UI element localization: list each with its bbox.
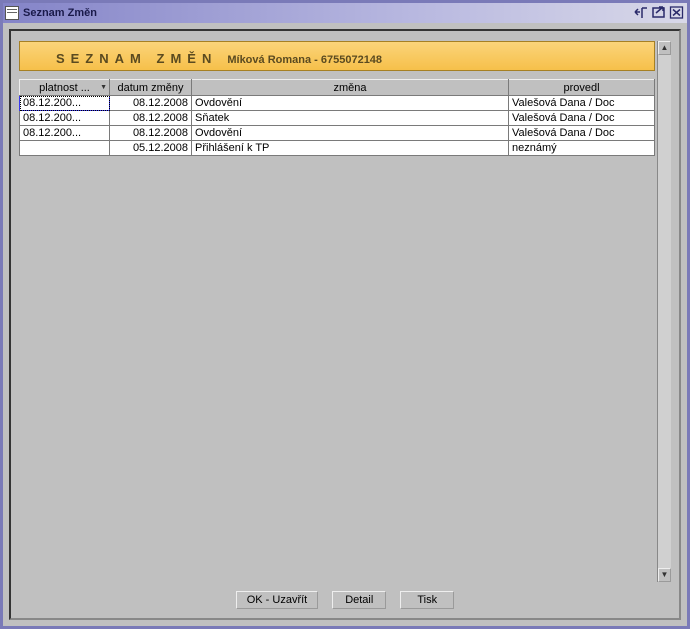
scroll-down-icon[interactable]: ▼ [658, 568, 671, 582]
minimize-restore-icon[interactable] [633, 6, 649, 20]
cell-platnost[interactable]: 08.12.200... [20, 96, 110, 111]
maximize-icon[interactable] [651, 6, 667, 20]
col-header-platnost[interactable]: platnost ... ▼ [20, 80, 110, 96]
col-header-provedl[interactable]: provedl [509, 80, 655, 96]
cell-zmena[interactable]: Přihlášení k TP [192, 141, 509, 156]
banner-title: SEZNAM ZMĚN [56, 51, 217, 66]
scroll-up-icon[interactable]: ▲ [658, 41, 671, 55]
cell-datum[interactable]: 08.12.2008 [110, 96, 192, 111]
table-header-row: platnost ... ▼ datum změny změna provedl [20, 80, 655, 96]
col-header-zmena[interactable]: změna [192, 80, 509, 96]
cell-zmena[interactable]: Ovdovění [192, 126, 509, 141]
table-row[interactable]: 08.12.200... 08.12.2008 Ovdovění Valešov… [20, 96, 655, 111]
cell-provedl[interactable]: Valešová Dana / Doc [509, 111, 655, 126]
vertical-scrollbar[interactable]: ▲ ▼ [657, 41, 671, 582]
content-wrap: SEZNAM ZMĚN Míková Romana - 6755072148 p… [11, 31, 679, 582]
detail-button[interactable]: Detail [332, 591, 386, 609]
banner: SEZNAM ZMĚN Míková Romana - 6755072148 [19, 41, 655, 71]
sort-desc-icon: ▼ [100, 84, 107, 91]
window-frame: Seznam Změn SEZNAM ZMĚN Míková Romana - … [0, 0, 690, 629]
cell-platnost[interactable]: 08.12.200... [20, 126, 110, 141]
cell-datum[interactable]: 08.12.2008 [110, 126, 192, 141]
button-bar: OK - Uzavřít Detail Tisk [11, 582, 679, 618]
cell-platnost[interactable]: 08.12.200... [20, 111, 110, 126]
table-row[interactable]: 05.12.2008 Přihlášení k TP neznámý [20, 141, 655, 156]
col-header-datum[interactable]: datum změny [110, 80, 192, 96]
window-icon [5, 6, 19, 20]
window-title: Seznam Změn [23, 7, 631, 19]
cell-zmena[interactable]: Ovdovění [192, 96, 509, 111]
cell-provedl[interactable]: Valešová Dana / Doc [509, 126, 655, 141]
cell-provedl[interactable]: Valešová Dana / Doc [509, 96, 655, 111]
banner-subtitle: Míková Romana - 6755072148 [227, 54, 382, 66]
content-main: SEZNAM ZMĚN Míková Romana - 6755072148 p… [19, 41, 655, 582]
titlebar: Seznam Změn [3, 3, 687, 23]
table-row[interactable]: 08.12.200... 08.12.2008 Ovdovění Valešov… [20, 126, 655, 141]
table-row[interactable]: 08.12.200... 08.12.2008 Sňatek Valešová … [20, 111, 655, 126]
cell-datum[interactable]: 08.12.2008 [110, 111, 192, 126]
table-area: platnost ... ▼ datum změny změna provedl… [19, 79, 655, 582]
cell-datum[interactable]: 05.12.2008 [110, 141, 192, 156]
close-icon[interactable] [669, 6, 685, 20]
cell-platnost[interactable] [20, 141, 110, 156]
changes-table: platnost ... ▼ datum změny změna provedl… [19, 79, 655, 156]
print-button[interactable]: Tisk [400, 591, 454, 609]
ok-close-button[interactable]: OK - Uzavřít [236, 591, 319, 609]
cell-zmena[interactable]: Sňatek [192, 111, 509, 126]
cell-provedl[interactable]: neznámý [509, 141, 655, 156]
inner-panel: SEZNAM ZMĚN Míková Romana - 6755072148 p… [9, 29, 681, 620]
